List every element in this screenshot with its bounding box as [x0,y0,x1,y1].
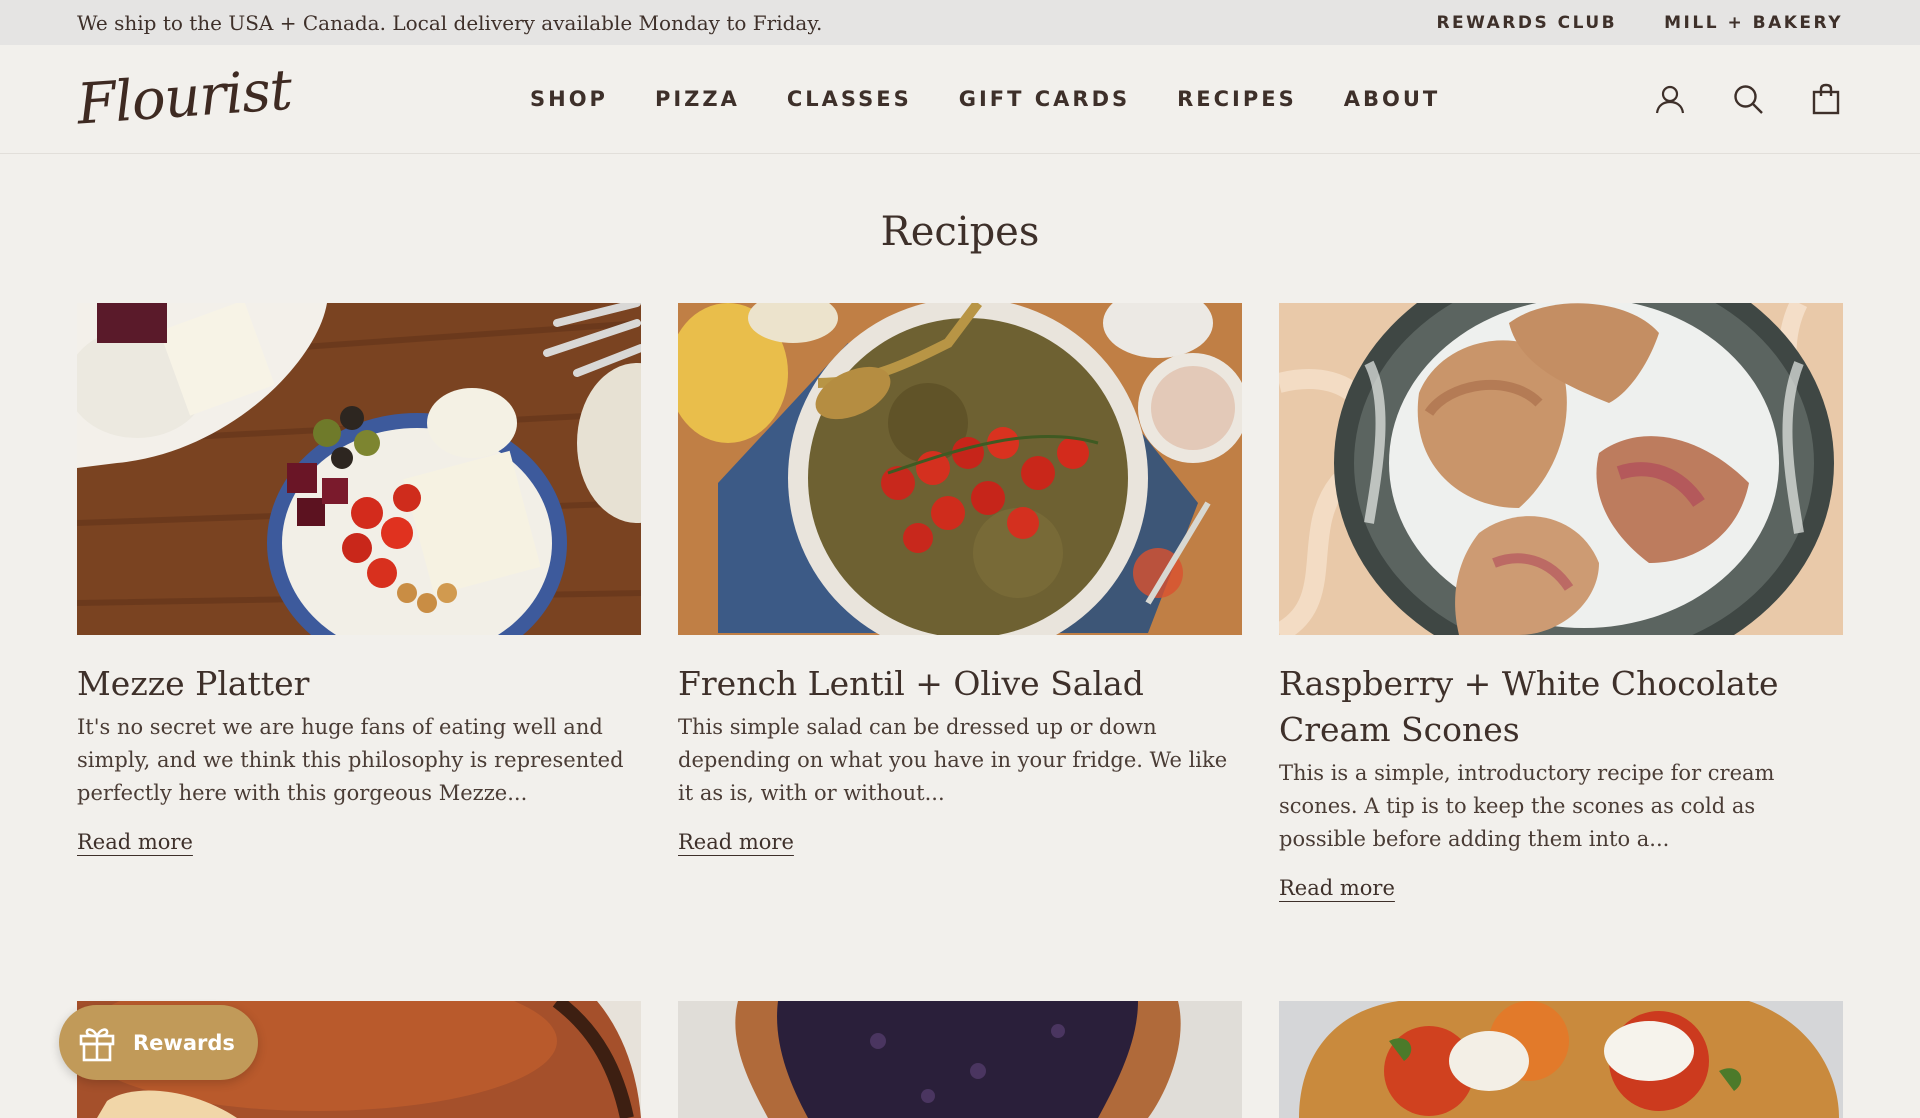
rewards-button[interactable]: Rewards [59,1005,258,1080]
recipe-excerpt: This is a simple, introductory recipe fo… [1279,761,1775,851]
page-title: Recipes [880,209,1040,255]
nav-about[interactable]: ABOUT [1344,87,1441,111]
recipe-image[interactable] [77,303,641,635]
read-more-link[interactable]: Read more [77,830,193,854]
recipe-grid-row-2 [77,1001,1843,1118]
recipe-title[interactable]: Mezze Platter [77,661,641,707]
search-icon[interactable] [1731,82,1765,116]
recipe-image[interactable] [1279,303,1843,635]
mill-bakery-link[interactable]: MILL + BAKERY [1664,13,1843,33]
recipe-image[interactable] [678,1001,1242,1118]
logo[interactable]: Flourist [75,58,293,138]
gift-icon [79,1027,115,1061]
announcement-bar: We ship to the USA + Canada. Local deliv… [0,0,1920,45]
recipe-title[interactable]: Raspberry + White Chocolate Cream Scones [1279,661,1843,753]
account-icon[interactable] [1653,82,1687,116]
read-more-link[interactable]: Read more [1279,876,1395,900]
recipe-image[interactable] [1279,1001,1843,1118]
recipe-excerpt: It's no secret we are huge fans of eatin… [77,715,624,805]
recipe-title[interactable]: French Lentil + Olive Salad [678,661,1242,707]
nav-gift-cards[interactable]: GIFT CARDS [959,87,1130,111]
recipe-card: French Lentil + Olive Salad This simple … [678,303,1242,900]
nav-pizza[interactable]: PIZZA [655,87,740,111]
recipe-grid: Mezze Platter It's no secret we are huge… [77,303,1843,900]
read-more-link[interactable]: Read more [678,830,794,854]
nav-classes[interactable]: CLASSES [787,87,912,111]
header-icons [1653,45,1843,153]
recipe-image[interactable] [678,303,1242,635]
rewards-label: Rewards [133,1030,235,1055]
announcement-message: We ship to the USA + Canada. Local deliv… [77,10,823,35]
utility-links: REWARDS CLUB MILL + BAKERY [1436,13,1843,33]
nav-shop[interactable]: SHOP [530,87,608,111]
recipe-card: Raspberry + White Chocolate Cream Scones… [1279,303,1843,900]
recipe-excerpt: This simple salad can be dressed up or d… [678,715,1228,805]
site-header: Flourist SHOP PIZZA CLASSES GIFT CARDS R… [0,45,1920,154]
main-nav: SHOP PIZZA CLASSES GIFT CARDS RECIPES AB… [530,45,1440,153]
nav-recipes[interactable]: RECIPES [1177,87,1297,111]
cart-icon[interactable] [1809,82,1843,116]
rewards-club-link[interactable]: REWARDS CLUB [1436,13,1617,33]
recipe-card: Mezze Platter It's no secret we are huge… [77,303,641,900]
